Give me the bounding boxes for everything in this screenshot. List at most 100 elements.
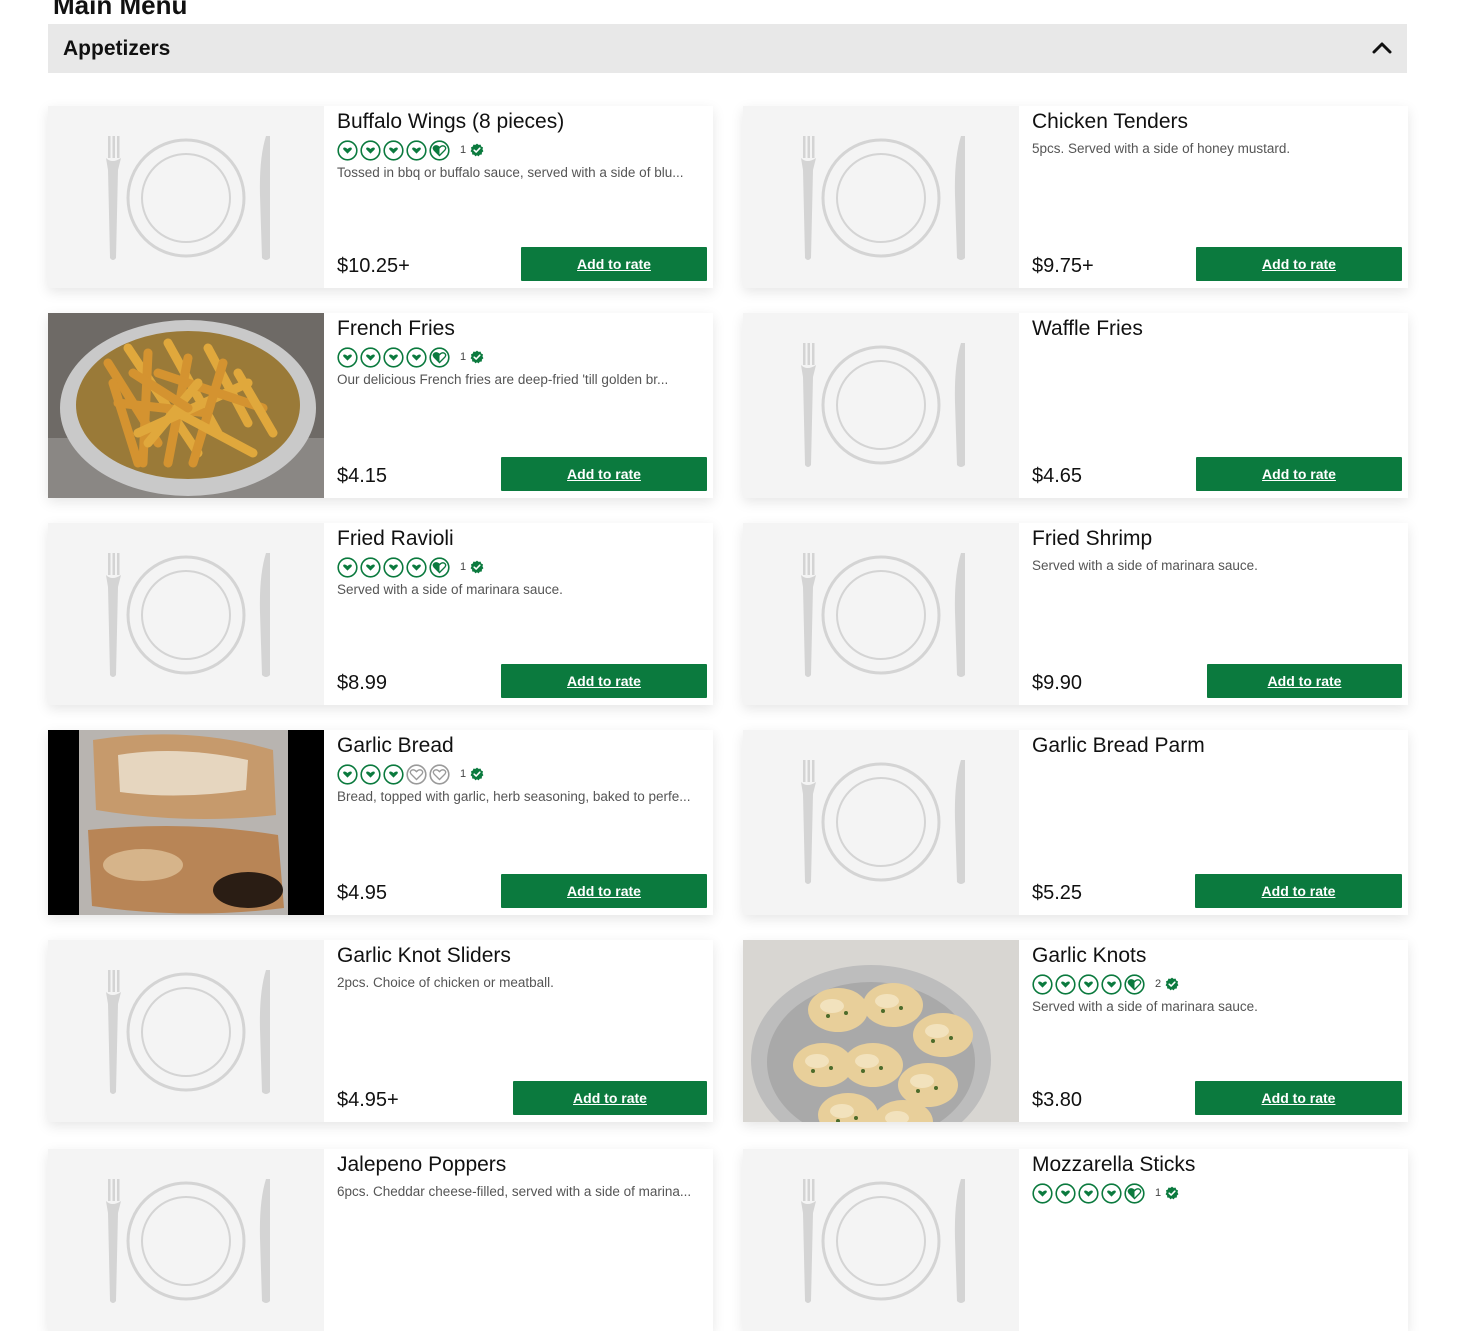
rating-count: 2	[1155, 978, 1162, 990]
menu-item-description: Tossed in bbq or buffalo sauce, served w…	[337, 165, 684, 180]
menu-item-name[interactable]: Mozzarella Sticks	[1032, 1153, 1195, 1177]
add-to-rate-button[interactable]: Add to rate	[1207, 664, 1402, 698]
menu-item-card[interactable]: Fried Shrimp Served with a side of marina…	[743, 523, 1408, 705]
heart-rating-icon	[406, 346, 427, 368]
menu-item-image[interactable]	[743, 313, 1019, 498]
heart-rating-icon	[360, 346, 381, 368]
menu-item-description: Our delicious French fries are deep-frie…	[337, 372, 669, 387]
menu-item-card[interactable]: Garlic Bread 1 Bread, topped with garlic,…	[48, 730, 713, 915]
heart-rating-icon	[337, 556, 358, 578]
plate-placeholder-icon	[801, 343, 965, 467]
heart-rating-icon	[360, 763, 381, 785]
verified-badge-icon	[1165, 977, 1179, 991]
heart-rating-icon	[360, 139, 381, 161]
add-to-rate-button[interactable]: Add to rate	[1196, 457, 1402, 491]
category-title: Appetizers	[63, 37, 171, 60]
menu-item-card[interactable]: Garlic Knot Sliders 2pcs. Choice of chick…	[48, 940, 713, 1122]
heart-rating-icon	[406, 556, 427, 578]
add-to-rate-button[interactable]: Add to rate	[501, 874, 707, 908]
menu-item-image[interactable]	[743, 1149, 1019, 1331]
menu-item-name[interactable]: Chicken Tenders	[1032, 110, 1188, 134]
verified-badge-icon	[470, 350, 484, 364]
menu-item-details: Garlic Knots 2 Served with a side of mari…	[1032, 940, 1402, 1122]
menu-item-name[interactable]: Garlic Bread	[337, 734, 454, 758]
heart-rating-icon	[337, 139, 358, 161]
plate-placeholder-icon	[801, 760, 965, 884]
rating-hearts: 1	[337, 763, 484, 785]
add-to-rate-button[interactable]: Add to rate	[521, 247, 707, 281]
menu-item-name[interactable]: Garlic Knot Sliders	[337, 944, 511, 968]
menu-item-name[interactable]: French Fries	[337, 317, 455, 341]
heart-rating-icon	[360, 556, 381, 578]
heart-rating-icon	[406, 763, 427, 785]
plate-placeholder-icon	[106, 1179, 270, 1303]
heart-rating-icon	[1101, 973, 1122, 995]
menu-item-image[interactable]	[743, 523, 1019, 705]
menu-item-name[interactable]: Jalepeno Poppers	[337, 1153, 506, 1177]
add-to-rate-button[interactable]: Add to rate	[1195, 1081, 1402, 1115]
menu-item-details: Chicken Tenders 5pcs. Served with a side …	[1032, 106, 1402, 288]
menu-item-card[interactable]: Jalepeno Poppers 6pcs. Cheddar cheese-fil…	[48, 1149, 713, 1331]
verified-badge-icon	[1165, 1186, 1179, 1200]
menu-item-details: Garlic Bread Parm $5.25 Add to rate	[1032, 730, 1402, 915]
plate-placeholder-icon	[106, 970, 270, 1094]
menu-item-card[interactable]: Mozzarella Sticks 1	[743, 1149, 1408, 1331]
menu-item-details: Jalepeno Poppers 6pcs. Cheddar cheese-fil…	[337, 1149, 707, 1331]
heart-rating-icon	[337, 346, 358, 368]
heart-rating-icon	[429, 346, 450, 368]
menu-item-price: $8.99	[337, 672, 388, 694]
add-to-rate-button[interactable]: Add to rate	[501, 664, 707, 698]
heart-rating-icon	[383, 763, 404, 785]
garlic-knots-photo	[743, 940, 1019, 1122]
heart-rating-icon	[429, 763, 450, 785]
menu-item-image[interactable]	[48, 313, 324, 498]
menu-item-card[interactable]: Waffle Fries $4.65 Add to rate	[743, 313, 1408, 498]
menu-item-card[interactable]: Buffalo Wings (8 pieces) 1 Tossed in bbq …	[48, 106, 713, 288]
rating-hearts: 1	[337, 139, 484, 161]
menu-item-image[interactable]	[48, 730, 324, 915]
menu-item-card[interactable]: Garlic Knots 2 Served with a side of mari…	[743, 940, 1408, 1122]
menu-item-name[interactable]: Fried Ravioli	[337, 527, 454, 551]
menu-item-card[interactable]: Garlic Bread Parm $5.25 Add to rate	[743, 730, 1408, 915]
rating-hearts: 1	[337, 346, 484, 368]
add-to-rate-button[interactable]: Add to rate	[513, 1081, 707, 1115]
menu-item-name[interactable]: Garlic Knots	[1032, 944, 1146, 968]
category-header-appetizers[interactable]: Appetizers	[48, 24, 1407, 73]
menu-item-name[interactable]: Fried Shrimp	[1032, 527, 1152, 551]
menu-item-card[interactable]: Chicken Tenders 5pcs. Served with a side …	[743, 106, 1408, 288]
heart-rating-icon	[337, 763, 358, 785]
page-title: Main Menu	[53, 0, 188, 20]
menu-item-details: Mozzarella Sticks 1	[1032, 1149, 1402, 1331]
heart-rating-icon	[1032, 973, 1053, 995]
heart-rating-icon	[383, 139, 404, 161]
verified-badge-icon	[470, 767, 484, 781]
menu-item-details: Waffle Fries $4.65 Add to rate	[1032, 313, 1402, 498]
garlic-bread-photo	[48, 730, 324, 915]
menu-item-image[interactable]	[743, 106, 1019, 288]
heart-rating-icon	[429, 556, 450, 578]
menu-item-image[interactable]	[48, 1149, 324, 1331]
chevron-up-icon	[1372, 42, 1392, 54]
menu-item-image[interactable]	[743, 730, 1019, 915]
rating-count: 1	[460, 351, 467, 363]
menu-item-card[interactable]: French Fries 1 Our delicious French fries…	[48, 313, 713, 498]
menu-item-image[interactable]	[48, 940, 324, 1122]
menu-item-name[interactable]: Buffalo Wings (8 pieces)	[337, 110, 564, 134]
menu-item-image[interactable]	[48, 106, 324, 288]
heart-rating-icon	[1124, 973, 1145, 995]
menu-item-details: Garlic Knot Sliders 2pcs. Choice of chick…	[337, 940, 707, 1122]
add-to-rate-button[interactable]: Add to rate	[1195, 874, 1402, 908]
heart-rating-icon	[1078, 973, 1099, 995]
menu-item-image[interactable]	[48, 523, 324, 705]
menu-item-name[interactable]: Garlic Bread Parm	[1032, 734, 1205, 758]
menu-item-price: $10.25+	[337, 255, 410, 277]
menu-item-name[interactable]: Waffle Fries	[1032, 317, 1143, 341]
menu-item-image[interactable]	[743, 940, 1019, 1122]
menu-item-card[interactable]: Fried Ravioli 1 Served with a side of mar…	[48, 523, 713, 705]
add-to-rate-button[interactable]: Add to rate	[501, 457, 707, 491]
heart-rating-icon	[429, 139, 450, 161]
add-to-rate-button[interactable]: Add to rate	[1196, 247, 1402, 281]
heart-rating-icon	[1124, 1182, 1145, 1204]
menu-item-price: $4.65	[1032, 465, 1083, 487]
menu-item-description: Served with a side of marinara sauce.	[337, 582, 563, 597]
